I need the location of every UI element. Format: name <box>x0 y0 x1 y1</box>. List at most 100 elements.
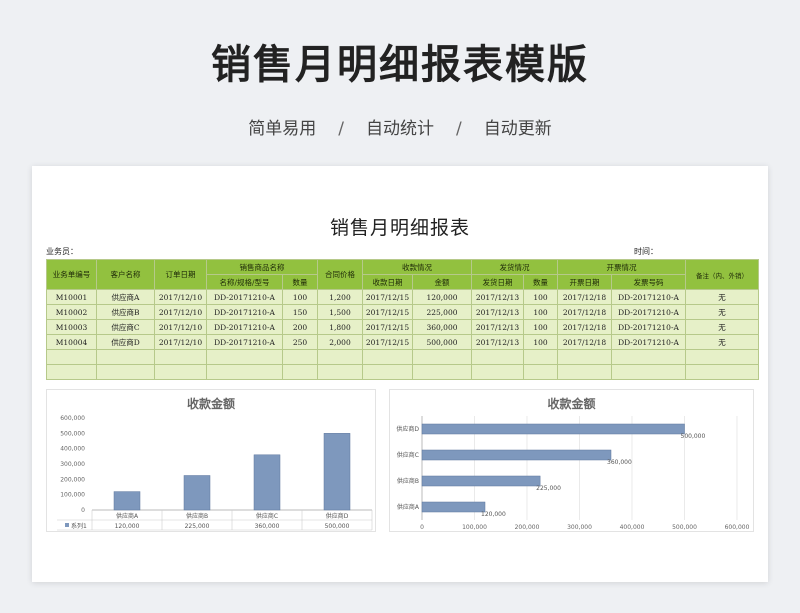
data-label: 500,000 <box>325 523 350 530</box>
table-cell[interactable]: 2017/12/13 <box>471 304 524 320</box>
table-cell[interactable] <box>96 364 155 380</box>
table-cell[interactable]: 100 <box>523 334 558 350</box>
table-cell[interactable] <box>282 364 318 380</box>
table-cell[interactable]: 2017/12/13 <box>471 334 524 350</box>
table-cell[interactable]: 2017/12/18 <box>557 289 612 305</box>
y-category-label: 供应商A <box>397 503 420 511</box>
y-tick-label: 300,000 <box>60 461 85 468</box>
header-ship-date: 发货日期 <box>471 274 524 290</box>
table-cell[interactable]: 2017/12/15 <box>362 334 413 350</box>
table-cell[interactable]: 100 <box>523 289 558 305</box>
table-cell[interactable]: M10003 <box>46 319 97 335</box>
table-cell[interactable]: 无 <box>685 289 759 305</box>
report-table: 业务单编号 客户名称 订单日期 销售商品名称 合同价格 收款情况 发货情况 开票… <box>46 259 759 380</box>
table-cell[interactable] <box>206 364 283 380</box>
table-cell[interactable]: 250 <box>282 334 318 350</box>
table-cell[interactable] <box>362 364 413 380</box>
table-cell[interactable] <box>412 364 472 380</box>
table-cell[interactable]: DD-20171210-A <box>611 304 686 320</box>
table-cell[interactable]: 供应商A <box>96 289 155 305</box>
table-cell[interactable]: 2017/12/10 <box>154 289 207 305</box>
bar <box>421 501 486 513</box>
x-category-label: 供应商B <box>186 512 208 520</box>
table-cell[interactable]: DD-20171210-A <box>611 289 686 305</box>
table-cell[interactable]: 2017/12/15 <box>362 319 413 335</box>
header-invoice-date: 开票日期 <box>557 274 612 290</box>
table-cell[interactable]: DD-20171210-A <box>206 289 283 305</box>
table-cell[interactable] <box>523 364 558 380</box>
table-cell[interactable]: 100 <box>523 304 558 320</box>
table-cell[interactable]: DD-20171210-A <box>206 319 283 335</box>
table-cell[interactable]: 无 <box>685 304 759 320</box>
table-cell[interactable]: M10001 <box>46 289 97 305</box>
table-cell[interactable]: 2017/12/13 <box>471 319 524 335</box>
table-cell[interactable]: 供应商D <box>96 334 155 350</box>
table-cell[interactable]: 2017/12/15 <box>362 304 413 320</box>
data-label: 225,000 <box>536 485 561 492</box>
table-cell[interactable] <box>685 364 759 380</box>
bar <box>421 449 612 461</box>
table-cell[interactable] <box>685 349 759 365</box>
y-category-label: 供应商B <box>397 477 419 485</box>
y-category-label: 供应商D <box>396 425 419 433</box>
table-cell[interactable]: 2017/12/10 <box>154 334 207 350</box>
table-cell[interactable] <box>557 364 612 380</box>
table-cell[interactable] <box>471 349 524 365</box>
hero-subtitle: 简单易用 / 自动统计 / 自动更新 <box>0 114 800 139</box>
table-cell[interactable]: 供应商C <box>96 319 155 335</box>
table-cell[interactable]: 500,000 <box>412 334 472 350</box>
table-cell[interactable]: 供应商B <box>96 304 155 320</box>
legend-swatch <box>65 523 69 527</box>
table-cell[interactable]: 无 <box>685 334 759 350</box>
table-cell[interactable]: M10004 <box>46 334 97 350</box>
table-cell[interactable]: 150 <box>282 304 318 320</box>
table-cell[interactable]: 2017/12/10 <box>154 319 207 335</box>
x-tick-label: 600,000 <box>725 524 750 531</box>
table-cell[interactable] <box>557 349 612 365</box>
table-cell[interactable]: 2017/12/15 <box>362 289 413 305</box>
table-cell[interactable] <box>611 364 686 380</box>
table-cell[interactable] <box>362 349 413 365</box>
vertical-bar-chart: 收款金额 600,000 500,000 400,000 300,000 200,000… <box>46 389 376 532</box>
table-cell[interactable] <box>154 364 207 380</box>
table-cell[interactable]: 2017/12/18 <box>557 304 612 320</box>
table-cell[interactable]: 2,000 <box>317 334 363 350</box>
table-cell[interactable]: 1,200 <box>317 289 363 305</box>
table-cell[interactable]: DD-20171210-A <box>611 319 686 335</box>
table-cell[interactable]: 无 <box>685 319 759 335</box>
table-cell[interactable]: 1,500 <box>317 304 363 320</box>
header-product: 销售商品名称 <box>206 259 318 275</box>
table-cell[interactable] <box>317 364 363 380</box>
table-cell[interactable] <box>412 349 472 365</box>
table-cell[interactable]: 2017/12/13 <box>471 289 524 305</box>
table-cell[interactable]: 200 <box>282 319 318 335</box>
table-cell[interactable]: 100 <box>282 289 318 305</box>
table-cell[interactable] <box>46 349 97 365</box>
data-label: 360,000 <box>607 459 632 466</box>
table-cell[interactable] <box>46 364 97 380</box>
table-cell[interactable]: DD-20171210-A <box>206 304 283 320</box>
data-label: 225,000 <box>185 523 210 530</box>
table-cell[interactable]: 120,000 <box>412 289 472 305</box>
table-cell[interactable] <box>96 349 155 365</box>
table-cell[interactable]: DD-20171210-A <box>206 334 283 350</box>
table-cell[interactable] <box>154 349 207 365</box>
table-cell[interactable] <box>471 364 524 380</box>
table-cell[interactable] <box>206 349 283 365</box>
data-label: 120,000 <box>115 523 140 530</box>
table-cell[interactable]: 2017/12/10 <box>154 304 207 320</box>
table-cell[interactable] <box>523 349 558 365</box>
table-cell[interactable]: 225,000 <box>412 304 472 320</box>
x-tick-label: 500,000 <box>672 524 697 531</box>
table-cell[interactable] <box>282 349 318 365</box>
table-cell[interactable]: 360,000 <box>412 319 472 335</box>
table-cell[interactable] <box>611 349 686 365</box>
table-cell[interactable]: 2017/12/18 <box>557 319 612 335</box>
table-cell[interactable] <box>317 349 363 365</box>
table-cell[interactable]: M10002 <box>46 304 97 320</box>
table-cell[interactable]: DD-20171210-A <box>611 334 686 350</box>
table-cell[interactable]: 100 <box>523 319 558 335</box>
table-cell[interactable]: 2017/12/18 <box>557 334 612 350</box>
table-cell[interactable]: 1,800 <box>317 319 363 335</box>
subtitle-separator: / <box>338 119 344 139</box>
